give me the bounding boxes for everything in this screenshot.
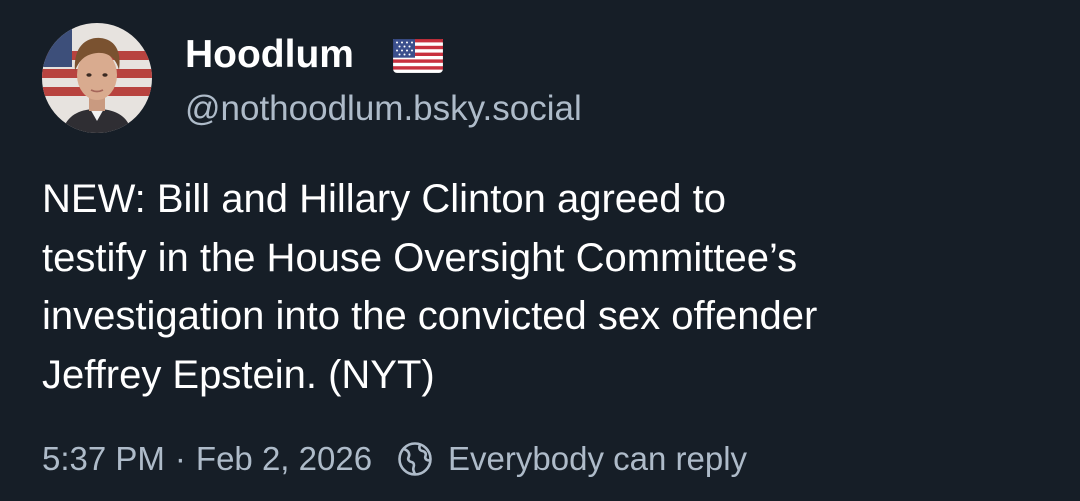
meta-separator: · [174,440,186,477]
avatar[interactable] [42,23,152,133]
post-card: Hoodlum @nothoodlum.bsky.social NEW: Bil… [0,0,1080,501]
author-display-name[interactable]: Hoodlum [185,30,354,80]
reply-setting[interactable]: Everybody can reply [448,440,747,478]
author-handle[interactable]: @nothoodlum.bsky.social [185,86,582,132]
globe-icon [396,440,434,478]
post-meta: 5:37 PM · Feb 2, 2026 Everybody can repl… [42,436,747,482]
post-time[interactable]: 5:37 PM [42,440,165,478]
us-flag-icon [393,39,443,73]
post-text: NEW: Bill and Hillary Clinton agreed to … [42,177,818,397]
avatar-photo [42,23,152,133]
post-date[interactable]: Feb 2, 2026 [196,440,372,478]
